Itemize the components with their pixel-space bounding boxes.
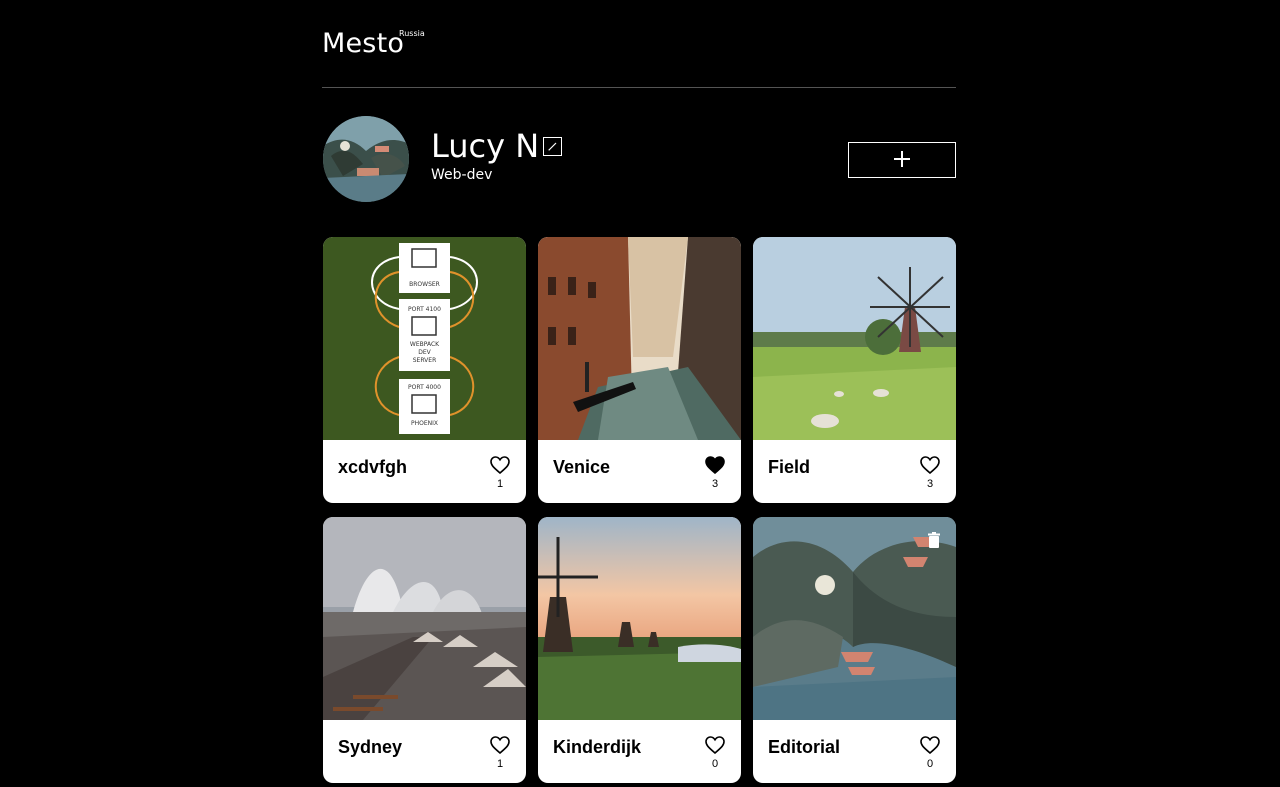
card-title: Kinderdijk xyxy=(553,737,642,757)
like-count: 1 xyxy=(496,758,504,770)
pencil-icon xyxy=(548,139,557,154)
like-count: 0 xyxy=(711,758,719,770)
card-image[interactable] xyxy=(538,517,741,720)
card-title: Sydney xyxy=(338,737,403,757)
heart-outline-icon[interactable] xyxy=(919,735,941,755)
like-group: 3 xyxy=(919,455,941,491)
like-group: 1 xyxy=(489,455,511,491)
heart-outline-icon[interactable] xyxy=(489,735,511,755)
diagram-dev-label: DEV xyxy=(418,349,431,356)
card: Field 3 xyxy=(753,237,956,503)
card-title: xcdvfgh xyxy=(338,457,408,477)
profile-name: Lucy N xyxy=(431,127,540,165)
page: Mesto Russia Lucy N Web-dev BROWSER PORT… xyxy=(322,0,956,787)
diagram-phoenix-label: PHOENIX xyxy=(411,420,438,427)
like-count: 0 xyxy=(926,758,934,770)
like-count: 1 xyxy=(496,478,504,490)
card-title: Venice xyxy=(553,457,611,477)
card: BROWSER PORT 4100 WEBPACK DEV SERVER POR… xyxy=(323,237,526,503)
plus-icon xyxy=(894,150,910,170)
heart-outline-icon[interactable] xyxy=(919,455,941,475)
diagram-port2-label: PORT 4000 xyxy=(408,384,441,391)
card: Editorial 0 xyxy=(753,517,956,783)
add-card-button[interactable] xyxy=(848,142,956,178)
edit-profile-button[interactable] xyxy=(543,137,562,156)
profile-about: Web-dev xyxy=(431,167,493,183)
like-group: 3 xyxy=(704,455,726,491)
diagram-server-label: SERVER xyxy=(413,357,437,364)
diagram-webpack-label: WEBPACK xyxy=(410,341,440,348)
card-image[interactable] xyxy=(753,237,956,440)
card: Venice 3 xyxy=(538,237,741,503)
card-image[interactable] xyxy=(538,237,741,440)
logo-superscript: Russia xyxy=(399,29,425,38)
heart-outline-icon[interactable] xyxy=(489,455,511,475)
avatar[interactable] xyxy=(323,116,409,202)
like-group: 0 xyxy=(704,735,726,771)
logo[interactable]: Mesto xyxy=(322,28,404,59)
card-title: Field xyxy=(768,457,811,477)
card: Sydney 1 xyxy=(323,517,526,783)
diagram-browser-label: BROWSER xyxy=(409,281,440,288)
header: Mesto Russia xyxy=(322,0,956,88)
trash-icon[interactable] xyxy=(925,531,943,549)
card-image[interactable] xyxy=(323,517,526,720)
like-count: 3 xyxy=(926,478,934,490)
diagram-port1-label: PORT 4100 xyxy=(408,306,441,313)
like-count: 3 xyxy=(711,478,719,490)
card: Kinderdijk 0 xyxy=(538,517,741,783)
card-image[interactable]: BROWSER PORT 4100 WEBPACK DEV SERVER POR… xyxy=(323,237,526,440)
card-title: Editorial xyxy=(768,737,841,757)
heart-outline-icon[interactable] xyxy=(704,735,726,755)
like-group: 1 xyxy=(489,735,511,771)
heart-filled-icon[interactable] xyxy=(704,455,726,475)
like-group: 0 xyxy=(919,735,941,771)
